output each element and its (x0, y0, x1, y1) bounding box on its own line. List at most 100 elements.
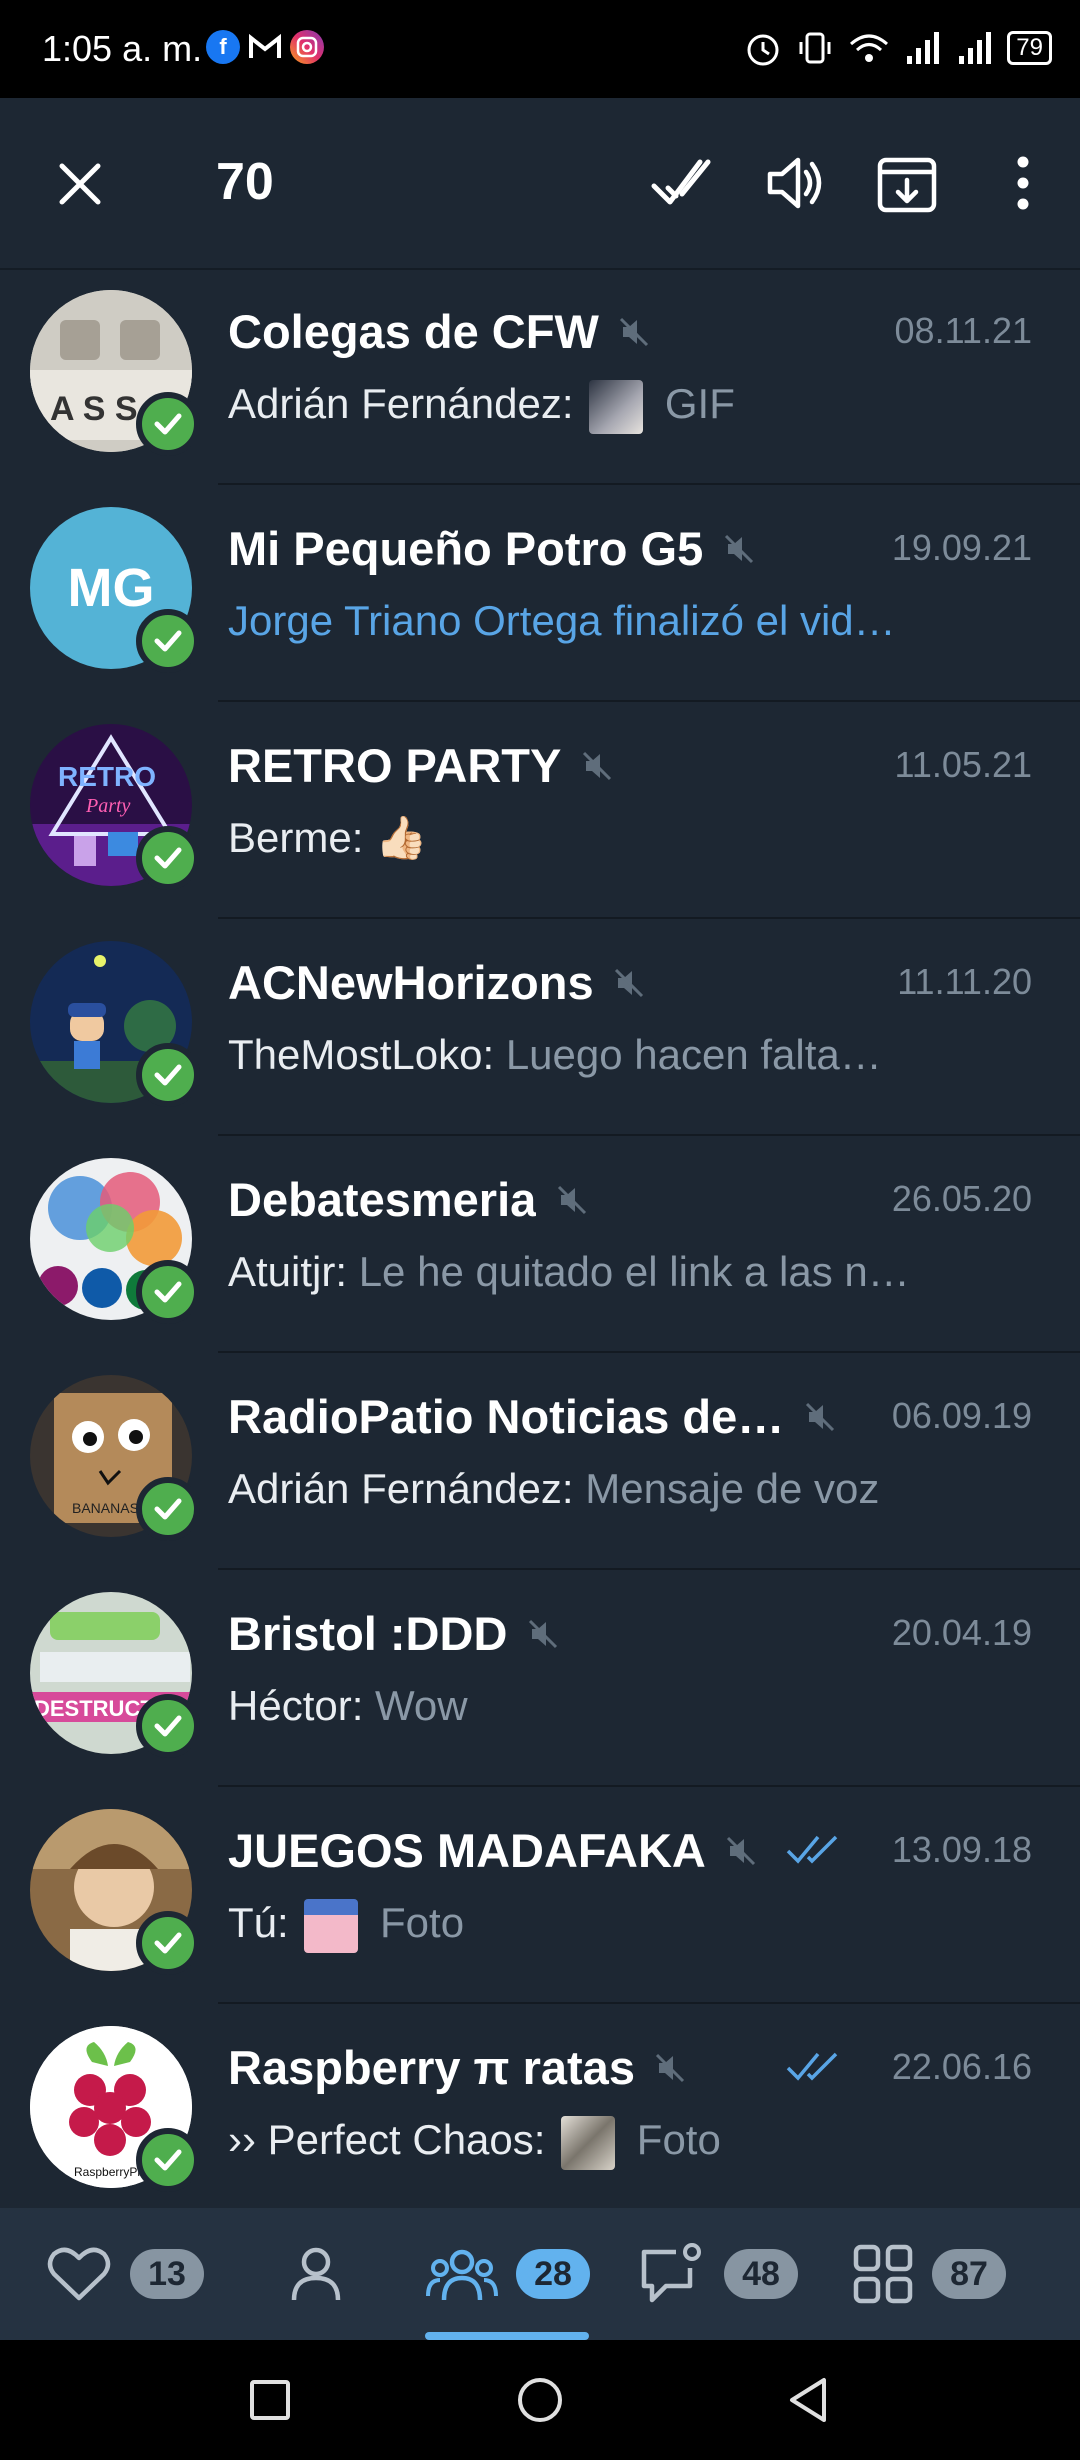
chat-row[interactable]: MG Mi Pequeño Potro G5 19.09.21 Jorge Tr… (0, 485, 1080, 702)
selected-check-icon (136, 609, 200, 673)
selection-action-bar: 70 (0, 98, 1080, 270)
chat-title: Bristol :DDD (228, 1607, 508, 1660)
chat-row[interactable]: ACNewHorizons 11.11.20 TheMostLoko: Lueg… (0, 919, 1080, 1136)
read-ticks-icon (786, 2052, 838, 2081)
selected-check-icon (136, 826, 200, 890)
folder-tab-bar: 13 28 48 87 (0, 2208, 1080, 2340)
svg-text:RETRO: RETRO (58, 761, 156, 792)
alarm-icon (747, 34, 779, 66)
chat-preview: Adrián Fernández: Mensaje de voz (228, 1465, 1032, 1513)
muted-icon (557, 1185, 586, 1214)
selected-check-icon (136, 392, 200, 456)
battery-indicator: 79 (1007, 31, 1052, 65)
status-time: 1:05 a. m. (42, 28, 203, 69)
svg-text:RaspberryPi: RaspberryPi (74, 2165, 140, 2179)
chat-row[interactable]: JUEGOS MADAFAKA 13.09.18 Tú: Foto (0, 1787, 1080, 2004)
read-ticks-icon (786, 1835, 838, 1864)
instagram-icon (290, 30, 324, 64)
recents-icon[interactable] (240, 2370, 300, 2430)
unmute-icon[interactable] (760, 148, 830, 218)
muted-icon (724, 534, 753, 563)
muted-icon (805, 1402, 834, 1431)
person-icon (291, 2247, 341, 2301)
groups-icon (426, 2249, 498, 2301)
tab-all[interactable]: 87 (852, 2244, 1006, 2304)
chat-title: Debatesmeria (228, 1173, 537, 1226)
chat-row[interactable]: A S S Colegas de CFW 08.11.21 Adrián Fer… (0, 268, 1080, 485)
chat-preview: Héctor: Wow (228, 1682, 1032, 1730)
chat-row[interactable]: Debatesmeria 26.05.20 Atuitjr: Le he qui… (0, 1136, 1080, 1353)
preview-text: Le he quitado el link a las n… (358, 1248, 910, 1295)
chat-title: ACNewHorizons (228, 956, 594, 1009)
muted-icon (656, 2053, 685, 2082)
chat-date: 13.09.18 (891, 1829, 1032, 1870)
notification-icons: f (206, 30, 324, 64)
selected-count: 70 (216, 153, 274, 211)
chat-date: 11.11.20 (897, 961, 1032, 1002)
preview-sender: Berme: (228, 814, 364, 861)
chat-preview: Atuitjr: Le he quitado el link a las n… (228, 1248, 1032, 1296)
chat-preview: TheMostLoko: Luego hacen falta… (228, 1031, 1032, 1079)
signal-icon (907, 32, 940, 64)
svg-text:A S S: A S S (50, 390, 138, 428)
chat-date: 26.05.20 (891, 1178, 1032, 1219)
selected-check-icon (136, 1477, 200, 1541)
close-icon[interactable] (52, 156, 108, 212)
home-icon[interactable] (510, 2370, 570, 2430)
chat-title: JUEGOS MADAFAKA (228, 1824, 706, 1877)
preview-sender: TheMostLoko: (228, 1031, 495, 1078)
preview-sender: Adrián Fernández: (228, 1465, 574, 1512)
chat-date: 08.11.21 (894, 310, 1032, 351)
tab-favorites[interactable]: 13 (46, 2244, 204, 2304)
vibrate-icon (799, 32, 831, 64)
selected-check-icon (136, 1911, 200, 1975)
chat-preview: Adrián Fernández: GIF (228, 380, 1032, 434)
chat-row[interactable]: RETRO Party RETRO PARTY 11.05.21 Berme: … (0, 702, 1080, 919)
tab-badge: 48 (724, 2249, 798, 2299)
chat-title: RETRO PARTY (228, 739, 562, 792)
media-thumbnail (304, 1899, 359, 1953)
preview-text: Luego hacen falta… (505, 1031, 882, 1078)
tab-badge: 28 (516, 2249, 590, 2299)
preview-sender: Héctor: (228, 1682, 364, 1729)
facebook-icon: f (206, 30, 240, 64)
heart-icon (47, 2247, 111, 2301)
chat-preview: Tú: Foto (228, 1899, 1032, 1953)
chat-row[interactable]: RaspberryPi Raspberry π ratas 22.06.16 ›… (0, 2004, 1080, 2221)
preview-text: Foto (636, 2116, 721, 2164)
chat-title: Mi Pequeño Potro G5 (228, 522, 704, 575)
chat-date: 11.05.21 (894, 744, 1032, 785)
muted-icon (582, 751, 611, 780)
chat-row[interactable]: DESTRUCTION Bristol :DDD 20.04.19 Héctor… (0, 1570, 1080, 1787)
preview-sender: ›› Perfect Chaos: (228, 2116, 546, 2164)
chat-list: A S S Colegas de CFW 08.11.21 Adrián Fer… (0, 268, 1080, 2221)
muted-icon (620, 317, 649, 346)
svg-text:Party: Party (85, 795, 131, 817)
tab-contacts[interactable] (286, 2244, 346, 2304)
tab-chats[interactable]: 48 (636, 2243, 798, 2304)
chat-date: 19.09.21 (891, 527, 1032, 568)
chat-title: RadioPatio Noticias de… (228, 1390, 785, 1443)
preview-sender: Atuitjr: (228, 1248, 348, 1295)
chat-preview: ›› Perfect Chaos: Foto (228, 2116, 1032, 2170)
tab-badge: 87 (932, 2249, 1006, 2299)
archive-icon[interactable] (872, 148, 942, 218)
preview-sender: Tú: (228, 1899, 289, 1947)
chat-row[interactable]: BANANAS RadioPatio Noticias de… 06.09.19… (0, 1353, 1080, 1570)
more-icon[interactable] (988, 148, 1058, 218)
preview-text: Jorge Triano Ortega finalizó el vid… (228, 597, 896, 644)
preview-text: GIF (664, 380, 735, 428)
grid-icon (853, 2244, 913, 2304)
active-tab-indicator (425, 2332, 589, 2340)
back-icon[interactable] (780, 2370, 840, 2430)
system-navigation-bar (0, 2340, 1080, 2460)
chat-title: Colegas de CFW (228, 305, 599, 358)
muted-icon (528, 1619, 557, 1648)
chat-bubble-icon (641, 2243, 701, 2303)
mark-read-icon[interactable] (646, 148, 716, 218)
system-icons: 79 (743, 28, 1052, 68)
wifi-icon (850, 34, 889, 62)
tab-groups[interactable]: 28 (426, 2244, 590, 2304)
muted-icon (614, 968, 644, 997)
chat-date: 06.09.19 (891, 1395, 1032, 1436)
